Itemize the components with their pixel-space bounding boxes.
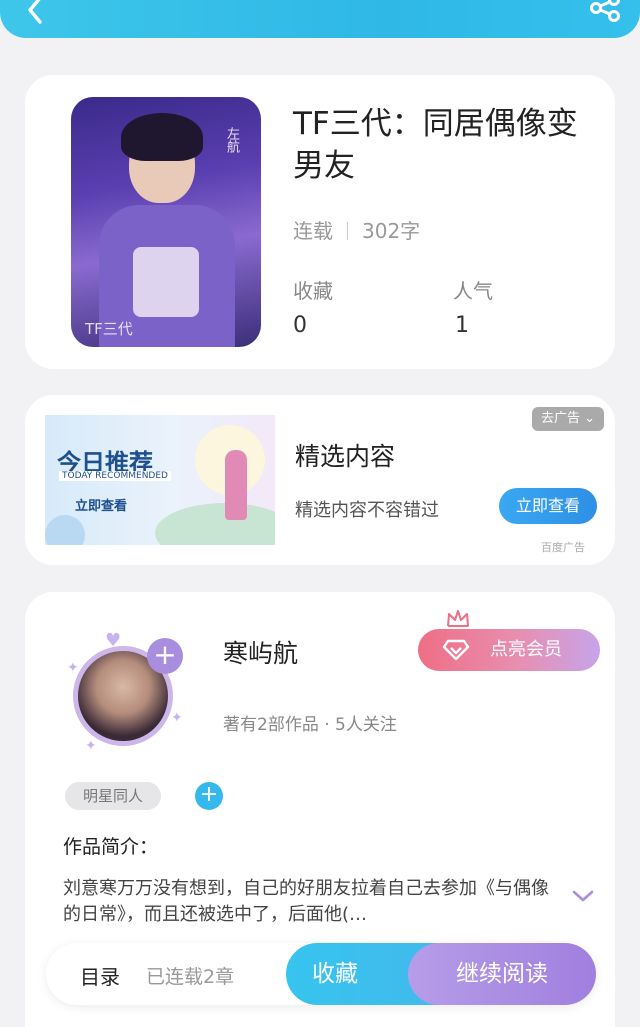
diamond-icon bbox=[442, 639, 470, 661]
follow-plus-icon[interactable]: + bbox=[147, 638, 183, 674]
continue-reading-button[interactable]: 继续阅读 bbox=[408, 943, 596, 1005]
top-header bbox=[0, 0, 640, 38]
cover-side-text: 左航 bbox=[224, 127, 239, 153]
category-tag[interactable]: 明星同人 bbox=[65, 782, 161, 810]
author-avatar-frame[interactable]: + ✦ ✦ ✦ ♥ bbox=[65, 620, 193, 754]
popularity-value: 1 bbox=[455, 313, 469, 338]
star-icon: ✦ bbox=[67, 660, 79, 676]
ad-title: 精选内容 bbox=[295, 442, 396, 471]
book-info-card: 左航 TF三代 TF三代：同居偶像变男友 连载 302字 收藏 0 人气 1 bbox=[25, 75, 615, 369]
chevron-down-icon: ⌄ bbox=[584, 411, 596, 426]
intro-label: 作品简介： bbox=[63, 836, 159, 858]
heart-icon: ♥ bbox=[105, 630, 122, 651]
star-icon: ✦ bbox=[171, 710, 183, 726]
chevron-left-icon[interactable] bbox=[20, 0, 50, 26]
book-meta: 连载 302字 bbox=[293, 215, 420, 244]
divider bbox=[347, 222, 348, 240]
book-status: 连载 bbox=[293, 219, 333, 243]
author-stats: 著有2部作品 · 5人关注 bbox=[223, 715, 397, 735]
book-cover: 左航 TF三代 bbox=[71, 97, 261, 347]
chapter-status: 已连载2章 bbox=[146, 966, 235, 988]
ad-card[interactable]: 今日推荐 TODAY RECOMMENDED 立即查看 精选内容 精选内容不容错… bbox=[25, 395, 615, 565]
ad-source: 百度广告 bbox=[541, 541, 585, 554]
activate-vip-button[interactable]: 点亮会员 bbox=[418, 629, 600, 671]
share-icon[interactable] bbox=[588, 0, 622, 24]
ad-view-button[interactable]: 立即查看 bbox=[499, 488, 597, 524]
favorites-value: 0 bbox=[293, 313, 307, 338]
intro-text[interactable]: 刘意寒万万没有想到，自己的好朋友拉着自己去参加《与偶像的日常》，而且还被选中了，… bbox=[63, 876, 553, 928]
add-tag-button[interactable]: + bbox=[195, 782, 223, 810]
book-word-count: 302字 bbox=[362, 219, 421, 243]
crown-icon bbox=[447, 610, 469, 627]
table-of-contents-link[interactable]: 目录 bbox=[80, 961, 120, 990]
star-icon: ✦ bbox=[85, 738, 97, 754]
remove-ad-label: 去广告 bbox=[540, 411, 580, 426]
ad-banner-image[interactable]: 今日推荐 TODAY RECOMMENDED 立即查看 bbox=[45, 415, 275, 545]
remove-ad-button[interactable]: 去广告 ⌄ bbox=[532, 407, 604, 431]
author-name[interactable]: 寒屿航 bbox=[223, 634, 298, 670]
favorites-label: 收藏 bbox=[293, 279, 333, 303]
popularity-label: 人气 bbox=[453, 279, 493, 303]
ad-banner-subtitle: TODAY RECOMMENDED bbox=[59, 471, 171, 481]
vip-label: 点亮会员 bbox=[490, 639, 562, 660]
cover-caption: TF三代 bbox=[85, 320, 133, 338]
ad-banner-button: 立即查看 bbox=[75, 499, 128, 514]
bottom-action-bar: 目录 已连载2章 收藏 继续阅读 bbox=[46, 943, 596, 1005]
chevron-down-icon[interactable] bbox=[571, 888, 595, 904]
ad-description: 精选内容不容错过 bbox=[295, 500, 439, 521]
book-title: TF三代：同居偶像变男友 bbox=[293, 106, 578, 184]
